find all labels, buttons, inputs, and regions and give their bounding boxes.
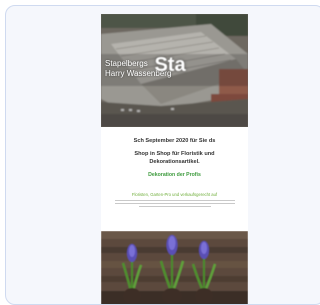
hero-logo-badge: Sta xyxy=(154,54,186,76)
cta-link[interactable]: Dekoration der Profis xyxy=(101,172,248,178)
newsletter-preview[interactable]: Stapelbergs Harry Wassenberg Sta Sch Sep… xyxy=(101,14,248,304)
fine-print-line xyxy=(114,202,235,205)
fine-print-line xyxy=(114,200,235,202)
date-line: Sch September 2020 für Sie ds xyxy=(133,138,216,144)
hyacinth-bulbs-image xyxy=(101,231,248,304)
fine-print-line xyxy=(138,205,211,208)
preview-card[interactable]: Stapelbergs Harry Wassenberg Sta Sch Sep… xyxy=(5,5,320,305)
subheading: Floristen, Garten-Pro und verkaufsgerech… xyxy=(131,192,218,197)
headline: Shop in Shop für Floristik und Dekoratio… xyxy=(134,151,215,165)
fine-print xyxy=(114,200,235,208)
newsletter-body: Sch September 2020 für Sie ds Shop in Sh… xyxy=(101,127,248,231)
hyacinth-photo xyxy=(101,231,248,304)
hero-image: Stapelbergs Harry Wassenberg Sta xyxy=(101,14,248,127)
